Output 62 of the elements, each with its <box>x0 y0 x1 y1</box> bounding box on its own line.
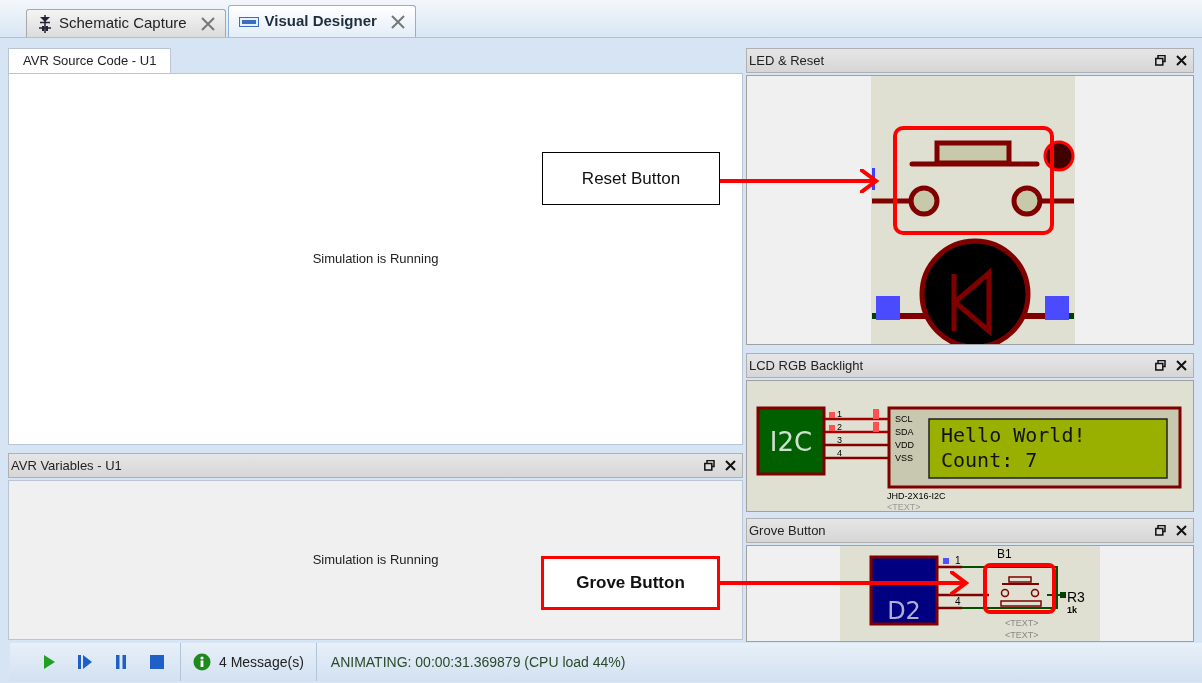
panel-title: LCD RGB Backlight <box>749 356 864 375</box>
pin-wire <box>825 443 889 447</box>
lcd-text-line: Hello World! <box>941 423 1086 447</box>
component-label: B1 <box>997 547 1012 561</box>
digital-port-module <box>869 555 939 626</box>
panel-title: LED & Reset <box>749 51 825 70</box>
diode-symbol-icon <box>37 14 53 33</box>
pin-number: 1 <box>837 409 842 419</box>
component-value: 1k <box>1067 605 1077 615</box>
info-icon <box>193 653 211 671</box>
status-message: Simulation is Running <box>312 250 439 269</box>
pin-marker <box>1045 296 1069 320</box>
pin-marker <box>943 558 949 564</box>
push-button-drawing[interactable] <box>872 140 1074 217</box>
pin-wire <box>825 417 889 421</box>
restore-icon[interactable] <box>704 460 715 471</box>
part-text: <TEXT> <box>1005 618 1039 628</box>
lcd-text-line: Count: 7 <box>941 448 1038 472</box>
module-label: I2C <box>769 427 813 457</box>
module-label: D2 <box>887 597 921 625</box>
stop-icon[interactable] <box>148 653 166 671</box>
toggle-marker-icon[interactable] <box>1043 140 1075 172</box>
pin-number: 1 <box>955 555 961 566</box>
pin-wire <box>825 430 889 434</box>
pin-number: 3 <box>837 435 842 445</box>
pin-name: VDD <box>895 440 914 450</box>
document-tab[interactable]: Schematic Capture <box>26 9 226 37</box>
component-label: R3 <box>1067 589 1085 605</box>
restore-icon[interactable] <box>1155 525 1166 536</box>
close-icon[interactable] <box>1176 55 1187 66</box>
messages-count[interactable]: 4 Message(s) <box>219 651 304 673</box>
pin-number: 2 <box>837 422 842 432</box>
close-icon[interactable] <box>725 460 736 471</box>
binary-display-icon <box>238 16 259 27</box>
panel-title: Grove Button <box>749 521 826 540</box>
simulation-status: ANIMATING: 00:00:31.369879 (CPU load 44%) <box>329 652 626 672</box>
push-button-drawing[interactable] <box>1000 576 1042 607</box>
part-text: <TEXT> <box>1005 630 1039 640</box>
pin-number: 4 <box>955 596 961 607</box>
close-icon[interactable] <box>1176 360 1187 371</box>
part-text: <TEXT> <box>887 502 921 511</box>
pin-wire <box>825 456 889 460</box>
panel-tab[interactable]: AVR Source Code - U1 <box>8 48 172 73</box>
document-tab[interactable]: Visual Designer <box>227 5 416 37</box>
close-icon[interactable] <box>1176 525 1187 536</box>
pin-name: VSS <box>895 453 913 463</box>
callout-label: Grove Button <box>541 556 720 610</box>
panel-title: AVR Variables - U1 <box>11 456 122 475</box>
step-icon[interactable] <box>76 653 94 671</box>
part-name: JHD-2X16-I2C <box>887 491 946 501</box>
i2c-module <box>756 406 826 476</box>
pin-state-marker <box>829 409 879 419</box>
pin-marker <box>876 296 900 320</box>
callout-label: Reset Button <box>542 152 720 205</box>
pin-state-marker <box>829 422 879 432</box>
pin-number: 4 <box>837 448 842 458</box>
restore-icon[interactable] <box>1155 55 1166 66</box>
status-message: Simulation is Running <box>312 551 439 570</box>
pin-name: SDA <box>895 427 914 437</box>
pin-marker <box>872 168 875 190</box>
restore-icon[interactable] <box>1155 360 1166 371</box>
pin-name: SCL <box>895 414 913 424</box>
